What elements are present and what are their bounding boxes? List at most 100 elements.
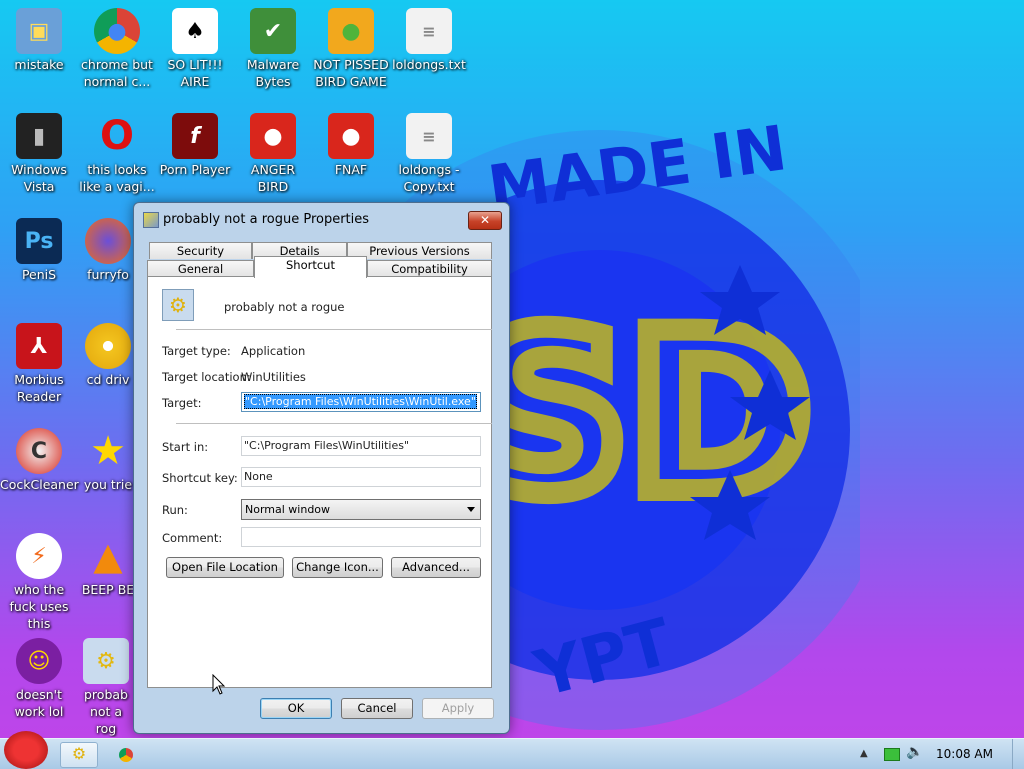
tab-security[interactable]: Security: [149, 242, 252, 259]
desktop-icon-fnaf[interactable]: ● FNAF: [312, 113, 390, 178]
pig-icon: ●: [328, 8, 374, 54]
desktop-icon-label: loldongs.txt: [392, 57, 466, 72]
cd-icon: [85, 323, 131, 369]
desktop-icon-who-uses-this[interactable]: ⚡ who the fuck uses this: [0, 533, 78, 632]
computer-icon: ▣: [16, 8, 62, 54]
title-bar[interactable]: probably not a rogue Properties ✕: [134, 203, 509, 233]
divider: [176, 329, 492, 330]
desktop-icon-solitaire[interactable]: ♠ SO LIT!!! AIRE: [156, 8, 234, 90]
advanced-button[interactable]: Advanced...: [391, 557, 481, 578]
desktop-icon-probably-rogue[interactable]: ⚙ probab not a rog: [78, 638, 134, 737]
desktop-icon-label: mistake: [14, 57, 64, 72]
desktop-icon-label: this looks like a vagi...: [79, 162, 155, 194]
desktop-icon-furryfox[interactable]: furryfo: [78, 218, 138, 283]
text-file-icon: ≡: [406, 8, 452, 54]
desktop-icon-label: Windows Vista: [11, 162, 67, 194]
desktop-icon-label: furryfo: [87, 267, 129, 282]
star-icon: ★: [90, 428, 126, 474]
comment-label: Comment:: [162, 531, 223, 545]
start-button[interactable]: [4, 731, 48, 769]
target-field[interactable]: "C:\Program Files\WinUtilities\WinUtil.e…: [241, 392, 481, 412]
tab-shortcut[interactable]: Shortcut: [254, 256, 367, 278]
lightning-icon: ⚡: [16, 533, 62, 579]
target-value: "C:\Program Files\WinUtilities\WinUtil.e…: [244, 394, 477, 409]
desktop-icon-label: loldongs - Copy.txt: [398, 162, 460, 194]
change-icon-button[interactable]: Change Icon...: [292, 557, 383, 578]
desktop-icon-doesnt-work[interactable]: ☺ doesn't work lol: [0, 638, 78, 720]
shortcut-gear-icon: [143, 212, 159, 228]
desktop-icon-chrome[interactable]: ● chrome but normal c...: [78, 8, 156, 90]
desktop-icon-label: probab not a rog: [84, 687, 128, 736]
ok-button[interactable]: OK: [260, 698, 332, 719]
desktop-icon-porn-player[interactable]: f Porn Player: [156, 113, 234, 178]
close-button[interactable]: ✕: [468, 211, 502, 230]
shortcut-gear-icon: ⚙: [83, 638, 129, 684]
network-icon[interactable]: [884, 748, 900, 761]
target-type-value: Application: [241, 344, 306, 358]
chevron-down-icon: [467, 507, 475, 512]
desktop-icon-you-tried[interactable]: ★ you trie: [78, 428, 138, 493]
taskbar: ⚙ ▲ 🔈 10:08 AM: [0, 731, 1024, 769]
text-file-icon: ≡: [406, 113, 452, 159]
desktop-icon-malwarebytes[interactable]: ✔ Malware Bytes: [234, 8, 312, 90]
show-desktop-button[interactable]: [1012, 739, 1024, 769]
desktop-icon-label: chrome but normal c...: [81, 57, 153, 89]
start-in-label: Start in:: [162, 440, 209, 454]
volume-icon[interactable]: 🔈: [906, 744, 923, 760]
tab-compatibility[interactable]: Compatibility: [367, 260, 492, 277]
mouse-cursor-icon: [212, 674, 226, 695]
shortcut-gear-icon: ⚙: [162, 289, 194, 321]
open-file-location-button[interactable]: Open File Location: [166, 557, 284, 578]
target-type-label: Target type:: [162, 344, 231, 358]
shield-icon: ✔: [250, 8, 296, 54]
show-hidden-icons-button[interactable]: ▲: [860, 748, 868, 759]
desktop-icon-windows-vista[interactable]: ▮ Windows Vista: [0, 113, 78, 195]
shortcut-key-field[interactable]: None: [241, 467, 481, 487]
comment-field[interactable]: [241, 527, 481, 547]
desktop-icon-label: you trie: [83, 477, 133, 492]
desktop-icon-bird-game[interactable]: ● NOT PISSED BIRD GAME: [312, 8, 390, 90]
desktop-icon-opera[interactable]: O this looks like a vagi...: [78, 113, 156, 195]
angry-bird-icon: ●: [250, 113, 296, 159]
desktop-icon-label: Morbius Reader: [14, 372, 64, 404]
desktop-icon-label: CockCleaner: [0, 477, 79, 492]
flash-icon: f: [172, 113, 218, 159]
tab-general[interactable]: General: [147, 260, 254, 277]
dialog-title: probably not a rogue Properties: [163, 212, 370, 227]
apply-button[interactable]: Apply: [422, 698, 494, 719]
chrome-icon: ●: [94, 8, 140, 54]
desktop-icon-anger-bird[interactable]: ● ANGER BIRD: [234, 113, 312, 195]
desktop-icon-label: FNAF: [334, 162, 368, 177]
cancel-button[interactable]: Cancel: [341, 698, 413, 719]
start-in-field[interactable]: "C:\Program Files\WinUtilities": [241, 436, 481, 456]
desktop-icon-cockcleaner[interactable]: C CockCleaner: [0, 428, 79, 493]
taskbar-properties-window[interactable]: ⚙: [60, 742, 98, 768]
desktop-icon-label: PeniS: [21, 267, 57, 282]
desktop-icon-penis[interactable]: Ps PeniS: [0, 218, 78, 283]
desktop-icon-label: ANGER BIRD: [250, 162, 296, 194]
opera-icon: O: [99, 112, 134, 159]
desktop-icon-label: NOT PISSED BIRD GAME: [313, 57, 389, 89]
desktop-icon-label: BEEP BE: [81, 582, 135, 597]
taskbar-chrome[interactable]: [112, 742, 140, 766]
desktop-icon-label: SO LIT!!! AIRE: [167, 57, 223, 89]
desktop-icon-cd-drive[interactable]: cd driv: [78, 323, 138, 388]
desktop-icon-label: cd driv: [86, 372, 130, 387]
desktop-icon-label: doesn't work lol: [14, 687, 64, 719]
firefox-icon: [85, 218, 131, 264]
desktop-icon-mistake[interactable]: ▣ mistake: [0, 8, 78, 73]
shortcut-name: probably not a rogue: [224, 300, 345, 314]
run-select[interactable]: Normal window: [241, 499, 481, 520]
bin-icon: ▮: [16, 113, 62, 159]
clock[interactable]: 10:08 AM: [936, 747, 993, 761]
desktop-icon-morbius-reader[interactable]: ⅄ Morbius Reader: [0, 323, 78, 405]
target-location-label: Target location:: [162, 370, 251, 384]
desktop-icon-beep[interactable]: ▲ BEEP BE: [78, 533, 138, 598]
solitaire-icon: ♠: [172, 8, 218, 54]
desktop-icon-label: Porn Player: [159, 162, 231, 177]
tab-previous-versions[interactable]: Previous Versions: [347, 242, 492, 259]
desktop-icon-loldongs[interactable]: ≡ loldongs.txt: [390, 8, 468, 73]
yahoo-icon: ☺: [16, 638, 62, 684]
chrome-icon: [119, 747, 133, 762]
desktop-icon-loldongs-copy[interactable]: ≡ loldongs - Copy.txt: [390, 113, 468, 195]
